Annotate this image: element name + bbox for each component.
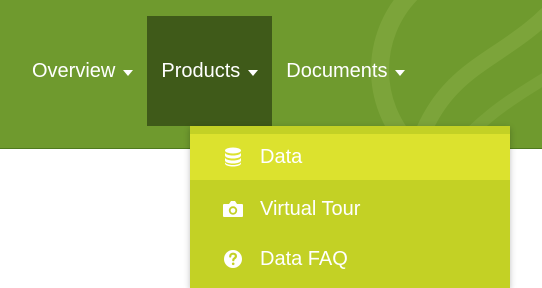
nav-item-label: Documents [286, 59, 388, 82]
nav-item-label: Products [161, 59, 241, 82]
page: Overview Products Documents Data Virtual… [0, 0, 542, 288]
caret-down-icon [395, 69, 406, 76]
nav-item-products[interactable]: Products [147, 16, 273, 126]
nav-menu: Overview Products Documents [18, 16, 419, 126]
nav-item-overview[interactable]: Overview [18, 16, 147, 126]
nav-item-label: Overview [32, 59, 116, 82]
dropdown-item-label: Data [260, 145, 303, 168]
nav-item-documents[interactable]: Documents [272, 16, 419, 126]
products-dropdown-menu: Data Virtual Tour Data FAQ [190, 126, 510, 288]
dropdown-item-data-faq[interactable]: Data FAQ [190, 236, 510, 282]
database-icon [222, 146, 244, 168]
caret-down-icon [123, 69, 134, 76]
question-circle-icon [222, 248, 244, 270]
dropdown-item-virtual-tour[interactable]: Virtual Tour [190, 186, 510, 232]
caret-down-icon [248, 69, 259, 76]
camera-icon [222, 198, 244, 220]
dropdown-item-label: Data FAQ [260, 247, 348, 270]
dropdown-item-data[interactable]: Data [190, 134, 510, 180]
dropdown-item-label: Virtual Tour [260, 197, 361, 220]
